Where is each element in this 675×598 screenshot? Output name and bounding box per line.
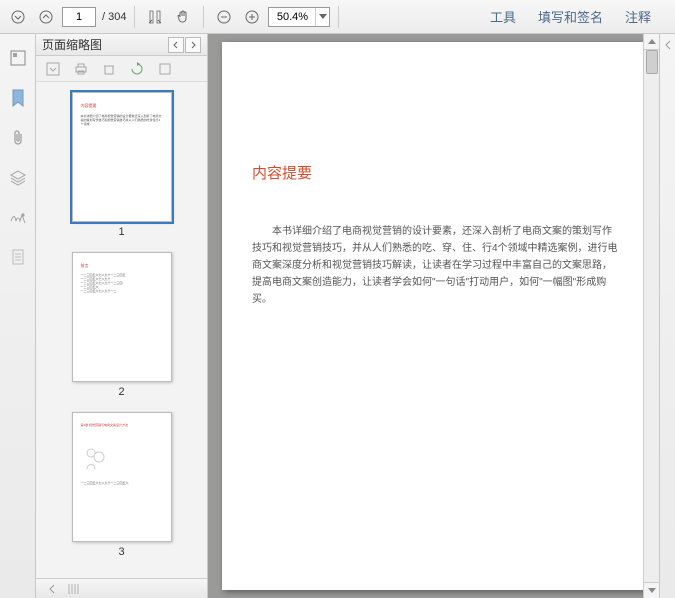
thumb-next-button[interactable]: [185, 37, 201, 53]
layers-icon[interactable]: [8, 168, 28, 188]
resize-icon[interactable]: [68, 584, 80, 594]
menu-right: 工具 填写和签名 注释: [490, 7, 669, 26]
separator: [134, 6, 135, 28]
prev-page-button[interactable]: [6, 5, 30, 29]
signature-icon[interactable]: [8, 208, 28, 228]
thumb-rotate-icon[interactable]: [128, 60, 146, 78]
zoom-value-label: 50.4%: [269, 11, 315, 23]
menu-fill-sign[interactable]: 填写和签名: [538, 7, 603, 26]
menu-comment[interactable]: 注释: [625, 7, 651, 26]
zoom-select[interactable]: 50.4%: [268, 7, 330, 27]
document-icon[interactable]: [8, 248, 28, 268]
main-toolbar: / 304 50.4% 工具 填写和签名 注释: [0, 0, 675, 34]
content-heading: 内容提要: [252, 162, 618, 183]
hand-tool-button[interactable]: [171, 5, 195, 29]
thumb-options-icon[interactable]: [44, 60, 62, 78]
thumbs-list: 内容提要 本书详细介绍了电商视觉营销的设计要素还深入剖析了电商文案的策划写作技巧…: [36, 82, 207, 578]
page-view: 内容提要 本书详细介绍了电商视觉营销的设计要素，还深入剖析了电商文案的策划写作技…: [222, 42, 648, 590]
thumb-label: 1: [118, 226, 124, 238]
bookmark-icon[interactable]: [8, 88, 28, 108]
zoom-dropdown-icon[interactable]: [315, 8, 329, 26]
collapse-icon[interactable]: [48, 584, 58, 594]
document-area: 内容提要 本书详细介绍了电商视觉营销的设计要素，还深入剖析了电商文案的策划写作技…: [208, 34, 659, 598]
thumb-more-icon[interactable]: [156, 60, 174, 78]
thumb-print-icon[interactable]: [72, 60, 90, 78]
vertical-scrollbar[interactable]: [643, 34, 659, 598]
zoom-out-button[interactable]: [212, 5, 236, 29]
thumb-page-1[interactable]: 内容提要 本书详细介绍了电商视觉营销的设计要素还深入剖析了电商文案的策划写作技巧…: [72, 92, 172, 222]
select-tool-button[interactable]: [143, 5, 167, 29]
thumb-panel-title: 页面缩略图: [42, 36, 102, 53]
content-body: 本书详细介绍了电商视觉营销的设计要素，还深入剖析了电商文案的策划写作技巧和视觉营…: [252, 223, 618, 308]
body-area: 页面缩略图 内容提要 本书详细介绍了电商视觉营销的设计要素还深入剖析了电商文案的…: [0, 34, 675, 598]
thumb-page-2[interactable]: 前言 一二三四五六七八九十一二三四五一二三四五六七八九十一二三四五六七八九十一二…: [72, 252, 172, 382]
thumb-page-3[interactable]: 第1章 视觉营销与电商文案设计方法 一二三四五六七八九十一二三四五六: [72, 412, 172, 542]
thumbnail-panel: 页面缩略图 内容提要 本书详细介绍了电商视觉营销的设计要素还深入剖析了电商文案的…: [36, 34, 208, 598]
zoom-in-button[interactable]: [240, 5, 264, 29]
expand-right-panel-icon[interactable]: [664, 40, 672, 598]
thumb-panel-header: 页面缩略图: [36, 34, 207, 56]
thumb-delete-icon[interactable]: [100, 60, 118, 78]
right-rail: [659, 34, 675, 598]
thumb-bottom-bar: [36, 578, 207, 598]
page-total-label: / 304: [102, 11, 126, 23]
scroll-down-icon[interactable]: [644, 582, 659, 598]
scroll-up-icon[interactable]: [644, 34, 659, 50]
thumbnails-panel-icon[interactable]: [8, 48, 28, 68]
thumb-prev-button[interactable]: [168, 37, 184, 53]
attachment-icon[interactable]: [8, 128, 28, 148]
thumb-label: 3: [118, 546, 124, 558]
separator: [203, 6, 204, 28]
scroll-thumb[interactable]: [646, 50, 658, 74]
separator: [338, 6, 339, 28]
next-page-button[interactable]: [34, 5, 58, 29]
menu-tools[interactable]: 工具: [490, 7, 516, 26]
left-rail: [0, 34, 36, 598]
page-number-input[interactable]: [62, 7, 96, 27]
thumb-label: 2: [118, 386, 124, 398]
thumb-toolbar: [36, 56, 207, 82]
